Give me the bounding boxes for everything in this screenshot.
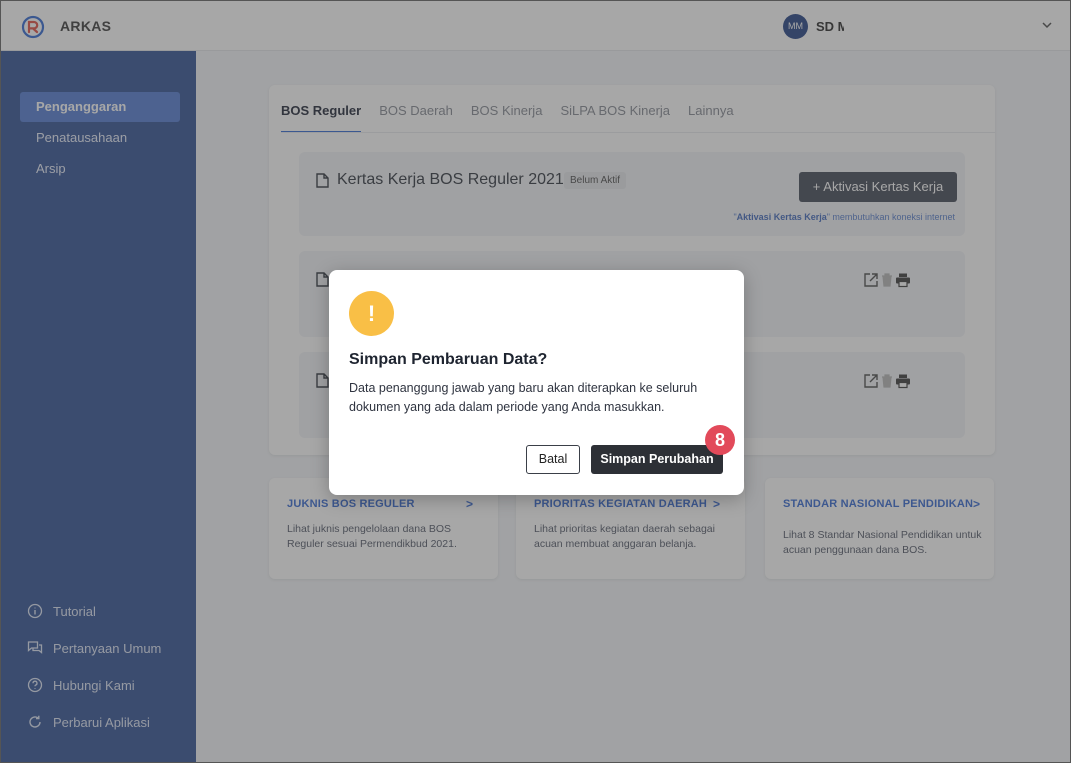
step-badge: 8 <box>705 425 735 455</box>
app-window: ARKAS MM SD M Penganggaran Penatausahaan… <box>0 0 1071 763</box>
warning-icon: ! <box>349 291 394 336</box>
confirm-dialog: ! Simpan Pembaruan Data? Data penanggung… <box>329 270 744 495</box>
dialog-title: Simpan Pembaruan Data? <box>349 351 548 368</box>
dialog-message: Data penanggung jawab yang baru akan dit… <box>349 381 698 414</box>
save-changes-button[interactable]: Simpan Perubahan <box>591 445 723 474</box>
cancel-button[interactable]: Batal <box>526 445 580 474</box>
